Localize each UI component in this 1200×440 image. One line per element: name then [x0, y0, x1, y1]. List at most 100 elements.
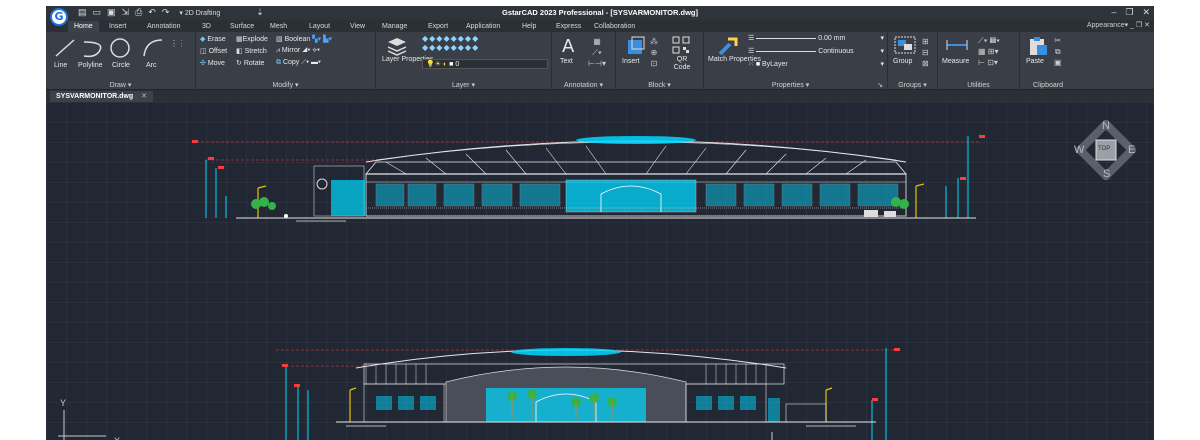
block-tools-icons: ⁂ ⊕ ⊡ — [650, 37, 658, 68]
utilities-group-label: Utilities — [967, 82, 990, 89]
qr-code-button[interactable]: QR Code — [672, 56, 692, 72]
tab-export[interactable]: Export — [422, 21, 454, 32]
document-tabs: SYSVARMONITOR.dwg ✕ — [46, 90, 1154, 102]
tab-application[interactable]: Application — [460, 21, 506, 32]
linetype-value: Continuous — [818, 48, 854, 55]
elevation-drawing-bottom — [276, 348, 900, 440]
document-tab-label: SYSVARMONITOR.dwg — [56, 93, 134, 100]
ucs-y-label: Y — [60, 398, 67, 408]
group-button[interactable]: Group — [893, 58, 912, 65]
restore-icon[interactable]: ❐ — [1125, 7, 1133, 18]
layer-dropdown[interactable]: 💡☀ ◐ ■ 0 — [422, 59, 548, 69]
drawing-canvas[interactable]: N S E W TOP Y X — [46, 102, 1154, 440]
redo-icon[interactable]: ↷ — [162, 7, 170, 18]
compass-east[interactable]: E — [1128, 144, 1135, 156]
draw-group-label: Draw ▾ — [109, 82, 132, 89]
tab-view[interactable]: View — [344, 21, 371, 32]
tab-express[interactable]: Express — [550, 21, 587, 32]
explode-button[interactable]: ▦Explode — [236, 35, 268, 43]
tab-surface[interactable]: Surface — [224, 21, 260, 32]
top-facade-windows — [375, 179, 899, 213]
insert-button[interactable]: Insert — [622, 58, 640, 65]
compass-south[interactable]: S — [1103, 168, 1110, 180]
app-logo[interactable]: G — [50, 8, 68, 26]
new-file-icon[interactable]: ▤ — [78, 7, 87, 18]
close-icon[interactable]: ✕ — [1142, 7, 1150, 18]
title-bar: GstarCAD 2023 Professional - [SYSVARMONI… — [46, 6, 1154, 20]
rotate-button[interactable]: ↻ Rotate — [236, 59, 264, 67]
stretch-button[interactable]: ◧ Stretch — [236, 47, 267, 55]
circle-button[interactable]: Circle — [112, 62, 130, 69]
view-cube[interactable]: N S E W TOP — [1074, 118, 1138, 182]
quick-access-toolbar: ▤ ▭ ▣ ⇲ ⎙ ↶ ↷ ▾ 2D Drafting ⇣ — [78, 7, 264, 18]
annotation-group-label: Annotation ▾ — [564, 82, 603, 89]
annotation-tools-icons: ▦ ⟋▾ ⊢⊣▾ — [588, 37, 606, 68]
rotate-icon: ↻ — [236, 60, 242, 67]
close-tab-icon[interactable]: ✕ — [141, 93, 147, 100]
boolean-button[interactable]: ▧ Boolean ▚▾ ▙▾ — [276, 35, 332, 43]
ucs-icon — [58, 410, 106, 440]
block-group: Insert ⁂ ⊕ ⊡ QR Code Block ▾ — [616, 32, 704, 90]
match-properties-icon — [718, 37, 738, 56]
appearance-label: Appearance — [1086, 22, 1125, 29]
cube-face-top[interactable]: TOP — [1098, 146, 1110, 152]
color-dropdown[interactable]: ⁙ ■ ByLayer ▾ — [748, 60, 884, 70]
measure-button[interactable]: Measure — [942, 58, 969, 65]
groups-group-label: Groups ▾ — [898, 82, 927, 89]
insert-block-icon — [628, 36, 645, 54]
clipboard-tools-icons: ✂ ⧉ ▣ — [1054, 36, 1062, 67]
modify-group: ◆ Erase ▦Explode ▧ Boolean ▚▾ ▙▾ ◫ Offse… — [196, 32, 376, 90]
app-window: GstarCAD 2023 Professional - [SYSVARMONI… — [46, 6, 1154, 440]
properties-launcher-icon: ↘ — [877, 82, 883, 89]
drawing-svg — [58, 135, 985, 440]
move-button[interactable]: ✣ Move — [200, 59, 225, 67]
minimize-icon[interactable]: – — [1111, 7, 1116, 18]
compass-west[interactable]: W — [1074, 144, 1084, 156]
linetype-dropdown[interactable]: ☰ Continuous ▾ — [748, 47, 884, 57]
stretch-icon: ◧ — [236, 48, 243, 55]
tab-manage[interactable]: Manage — [376, 21, 413, 32]
workspace-label: 2D Drafting — [184, 9, 221, 17]
lineweight-dropdown[interactable]: ☰ 0.00 mm ▾ — [748, 34, 884, 44]
tab-help[interactable]: Help — [516, 21, 542, 32]
erase-button[interactable]: ◆ Erase — [200, 35, 226, 43]
tab-collaboration[interactable]: Collaboration — [588, 21, 641, 32]
tab-annotation[interactable]: Annotation — [141, 21, 186, 32]
appearance-menu[interactable]: Appearance▾ _ ❐ ✕ — [1087, 21, 1150, 29]
tab-3d[interactable]: 3D — [196, 21, 217, 32]
document-tab[interactable]: SYSVARMONITOR.dwg ✕ — [50, 91, 154, 102]
tab-insert[interactable]: Insert — [103, 21, 133, 32]
mirror-button[interactable]: ⩘ Mirror ◢▾ ⟡▾ — [276, 47, 320, 55]
workspace-select[interactable]: ▾ 2D Drafting — [179, 9, 220, 17]
open-file-icon[interactable]: ▭ — [93, 7, 102, 18]
explode-icon: ▦ — [236, 36, 243, 43]
save-as-icon[interactable]: ⇲ — [122, 7, 130, 18]
print-icon[interactable]: ⎙ — [135, 7, 142, 18]
utilities-tools-icons: ⟋▾ ▦▾ ▦ ⊞▾ ⊢ ⊡▾ — [978, 36, 1001, 67]
text-button[interactable]: Text — [560, 58, 573, 65]
clipboard-group: Paste ✂ ⧉ ▣ Clipboard — [1020, 32, 1076, 90]
arc-button[interactable]: Arc — [146, 62, 157, 69]
line-button[interactable]: Line — [54, 62, 67, 69]
lineweight-value: 0.00 mm — [818, 35, 846, 42]
copy-button[interactable]: ⧉ Copy ⟋▾ ▬▾ — [276, 59, 321, 67]
draw-tools-icons: ⋮⋮ — [55, 38, 182, 58]
group-icon — [894, 36, 916, 54]
layer-current: 0 — [455, 61, 460, 68]
qat-customize-icon[interactable]: ⇣ — [256, 7, 264, 18]
layer-group-label: Layer ▾ — [452, 82, 475, 89]
polyline-button[interactable]: Polyline — [78, 62, 103, 69]
offset-icon: ◫ — [200, 48, 207, 55]
undo-icon[interactable]: ↶ — [148, 7, 156, 18]
elevation-drawing-top — [192, 135, 985, 222]
move-icon: ✣ — [200, 60, 206, 67]
offset-button[interactable]: ◫ Offset — [200, 47, 227, 55]
save-icon[interactable]: ▣ — [107, 7, 116, 18]
paste-button[interactable]: Paste — [1026, 58, 1044, 65]
tab-home[interactable]: Home — [68, 21, 99, 32]
tab-layout[interactable]: Layout — [303, 21, 336, 32]
clipboard-group-label: Clipboard — [1033, 82, 1063, 89]
color-value: ByLayer — [762, 61, 788, 68]
compass-north[interactable]: N — [1102, 120, 1110, 132]
tab-mesh[interactable]: Mesh — [264, 21, 293, 32]
